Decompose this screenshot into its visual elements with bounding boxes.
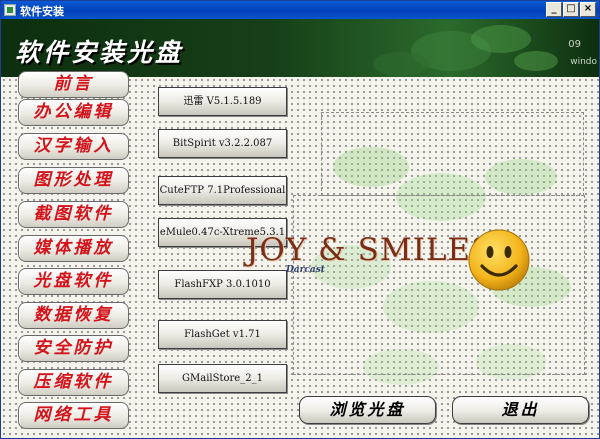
sidebar-item-preface[interactable]: 前言 (18, 71, 129, 98)
sidebar-item-screenshot[interactable]: 截图软件 (18, 201, 129, 228)
banner-corner-text: windo (570, 57, 597, 67)
header-banner: 软件安装光盘 09 windo (1, 19, 599, 77)
sidebar-item-input-method[interactable]: 汉字输入 (18, 133, 129, 160)
banner-title: 软件安装光盘 (15, 38, 184, 67)
logo-subtext: Darcast (286, 265, 325, 275)
info-frame-bottom (293, 195, 585, 375)
joy-smiles-logo-text: JOY & SMILES (246, 232, 494, 268)
sidebar-item-office[interactable]: 办公编辑 (18, 99, 129, 126)
sidebar-item-network[interactable]: 网络工具 (18, 402, 129, 429)
sidebar-item-compression[interactable]: 压缩软件 (18, 369, 129, 396)
sidebar-item-recovery[interactable]: 数据恢复 (18, 302, 129, 329)
software-button-gmailstore[interactable]: GMailStore_2_1 (158, 364, 287, 393)
banner-leaf-decoration (373, 25, 558, 76)
sidebar-item-graphics[interactable]: 图形处理 (18, 167, 129, 194)
maximize-button[interactable]: □ (563, 2, 579, 17)
browse-disc-button[interactable]: 浏览光盘 (299, 396, 436, 424)
software-button-flashget[interactable]: FlashGet v1.71 (158, 320, 287, 349)
sidebar-item-media[interactable]: 媒体播放 (18, 235, 129, 262)
app-window: 软件安装 _ □ × 软件安装光盘 09 windo 前言 办公编辑 汉字输入 … (0, 0, 600, 439)
app-icon (4, 4, 16, 16)
software-button-bitspirit[interactable]: BitSpirit v3.2.2.087 (158, 129, 287, 158)
software-button-cuteftp[interactable]: CuteFTP 7.1Professional (158, 176, 287, 205)
title-bar[interactable]: 软件安装 _ □ × (1, 1, 599, 19)
sidebar-item-disc[interactable]: 光盘软件 (18, 268, 129, 295)
software-button-flashfxp[interactable]: FlashFXP 3.0.1010 (158, 270, 287, 299)
exit-button[interactable]: 退出 (452, 396, 589, 424)
main-panel: 前言 办公编辑 汉字输入 图形处理 截图软件 媒体播放 光盘软件 数据恢复 安全… (1, 71, 599, 438)
banner-corner-text: 09 (568, 39, 581, 50)
window-title: 软件安装 (20, 5, 64, 18)
minimize-button[interactable]: _ (546, 2, 562, 17)
info-frame-top (321, 112, 584, 196)
software-button-xunlei[interactable]: 迅雷 V5.1.5.189 (158, 87, 287, 116)
close-button[interactable]: × (580, 2, 596, 17)
sidebar-item-security[interactable]: 安全防护 (18, 335, 129, 362)
smiley-face-icon (468, 229, 530, 291)
